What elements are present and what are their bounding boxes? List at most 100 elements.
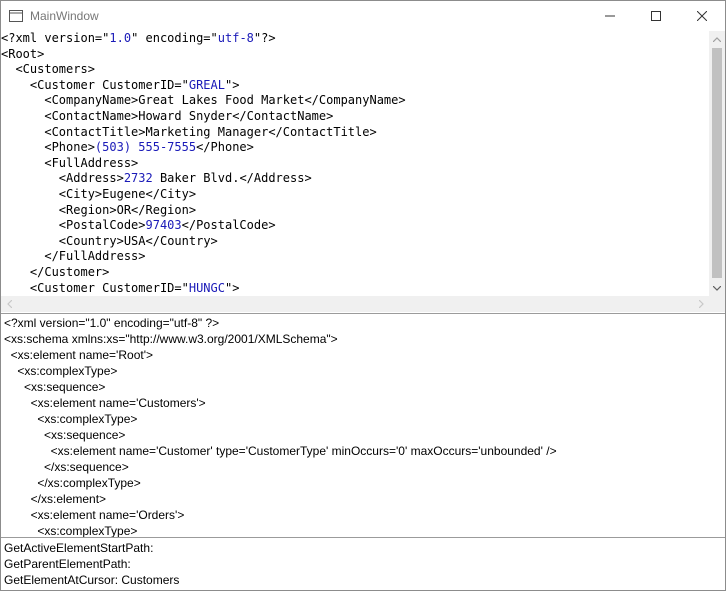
- chevron-up-icon: [713, 36, 721, 42]
- main-window: MainWindow <?xml version="1.0" encoding=…: [0, 0, 726, 591]
- xml-text: </ContactTitle>: [268, 124, 377, 139]
- scroll-down-arrow[interactable]: [709, 280, 725, 296]
- xml-text: Great Lakes Food Market: [138, 93, 305, 108]
- xml-text: Eugene: [102, 186, 146, 201]
- schema-line: </xs:complexType>: [4, 476, 141, 490]
- xml-text: <City>: [1, 186, 103, 201]
- vertical-scroll-thumb[interactable]: [712, 48, 722, 278]
- xml-text: Howard Snyder: [138, 108, 233, 123]
- scroll-left-arrow[interactable]: [1, 296, 17, 312]
- vertical-scrollbar[interactable]: [709, 31, 725, 296]
- xml-text: OR: [116, 202, 132, 217]
- xml-text: "?>: [253, 31, 276, 45]
- xml-text: </Customer>: [1, 264, 110, 279]
- xml-value: 97403: [145, 218, 182, 233]
- xml-code-lines: <?xml version="1.0" encoding="utf-8"?> <R…: [1, 31, 709, 296]
- xml-text: Baker Blvd.: [152, 171, 240, 186]
- schema-line: </xs:element>: [4, 492, 107, 506]
- chevron-down-icon: [713, 285, 721, 291]
- xml-line: </Customer>: [1, 265, 709, 281]
- xml-text: Marketing Manager: [145, 124, 269, 139]
- xml-text: ">: [224, 77, 240, 92]
- xml-line: <Region>OR</Region>: [1, 203, 709, 219]
- schema-line: <xs:sequence>: [4, 428, 126, 442]
- xml-text: </PostalCode>: [181, 218, 276, 233]
- xml-text: </Address>: [239, 171, 312, 186]
- xml-text: <FullAddress>: [1, 155, 139, 170]
- xml-value: 2732: [123, 171, 153, 186]
- xml-text: <PostalCode>: [1, 218, 146, 233]
- schema-line: <xs:sequence>: [4, 380, 106, 394]
- xml-value: HUNGC: [188, 280, 225, 295]
- xml-text: ">: [224, 280, 240, 295]
- xml-editor[interactable]: <?xml version="1.0" encoding="utf-8"?> <R…: [1, 31, 709, 296]
- xml-text: </CompanyName>: [304, 93, 406, 108]
- xml-line: <Customer CustomerID="GREAL">: [1, 78, 709, 94]
- schema-line: </xs:sequence>: [4, 460, 129, 474]
- xml-text: <Region>: [1, 202, 117, 217]
- xml-line: <PostalCode>97403</PostalCode>: [1, 218, 709, 234]
- xml-line: <Customer CustomerID="HUNGC">: [1, 281, 709, 297]
- status-textbox[interactable]: GetActiveElementStartPath: GetParentElem…: [1, 538, 725, 590]
- xml-value: (503) 555-7555: [94, 140, 197, 155]
- xml-line: <Phone>(503) 555-7555</Phone>: [1, 140, 709, 156]
- schema-textbox[interactable]: <?xml version="1.0" encoding="utf-8" ?> <…: [1, 313, 725, 538]
- schema-line: <xs:schema xmlns:xs="http://www.w3.org/2…: [4, 332, 338, 346]
- minimize-icon: [605, 15, 615, 17]
- xml-line: <?xml version="1.0" encoding="utf-8"?>: [1, 31, 709, 47]
- xml-line: <ContactName>Howard Snyder</ContactName>: [1, 109, 709, 125]
- xml-value: utf-8: [217, 31, 254, 45]
- xml-line: <Country>USA</Country>: [1, 234, 709, 250]
- schema-line: <xs:complexType>: [4, 412, 138, 426]
- chevron-right-icon: [698, 300, 704, 308]
- xml-line: <Root>: [1, 47, 709, 63]
- xml-text: USA: [123, 233, 146, 248]
- xml-line: <Customers>: [1, 62, 709, 78]
- xml-line: <ContactTitle>Marketing Manager</Contact…: [1, 125, 709, 141]
- window-title: MainWindow: [30, 9, 99, 23]
- schema-line: <xs:element name='Customers'>: [4, 396, 206, 410]
- scroll-right-arrow[interactable]: [693, 296, 709, 312]
- xml-text: </City>: [145, 186, 197, 201]
- xml-value: GREAL: [188, 77, 225, 92]
- schema-lines: <?xml version="1.0" encoding="utf-8" ?> <…: [1, 314, 725, 537]
- xml-text: <CompanyName>: [1, 93, 139, 108]
- schema-line: <xs:element name='Root'>: [4, 348, 153, 362]
- parent-element-path-label: GetParentElementPath:: [4, 557, 131, 571]
- xml-text: </Phone>: [196, 140, 254, 155]
- close-icon: [697, 11, 707, 21]
- xml-text: </ContactName>: [232, 108, 334, 123]
- schema-line: <xs:element name='Orders'>: [4, 508, 185, 522]
- scroll-up-arrow[interactable]: [709, 31, 725, 47]
- xml-text: <Address>: [1, 171, 124, 186]
- minimize-button[interactable]: [587, 1, 633, 31]
- xml-text: " encoding=": [131, 31, 218, 45]
- close-button[interactable]: [679, 1, 725, 31]
- xml-text: </Region>: [131, 202, 197, 217]
- xml-text: <Customer CustomerID=": [1, 280, 189, 295]
- schema-line: <xs:element name='Customer' type='Custom…: [4, 444, 557, 458]
- xml-line: </FullAddress>: [1, 249, 709, 265]
- schema-line: <?xml version="1.0" encoding="utf-8" ?>: [4, 316, 220, 330]
- scrollbar-corner: [709, 296, 725, 312]
- active-element-start-path-label: GetActiveElementStartPath:: [4, 541, 154, 555]
- xml-text: </Country>: [145, 233, 218, 248]
- xml-line: <Address>2732 Baker Blvd.</Address>: [1, 171, 709, 187]
- maximize-button[interactable]: [633, 1, 679, 31]
- maximize-icon: [651, 11, 661, 21]
- xml-text: <?xml version=": [1, 31, 110, 45]
- schema-line: <xs:complexType>: [4, 364, 118, 378]
- xml-text: <Customers>: [1, 62, 95, 77]
- app-icon: [9, 10, 23, 22]
- horizontal-scrollbar[interactable]: [1, 296, 709, 312]
- xml-line: <City>Eugene</City>: [1, 187, 709, 203]
- xml-line: <FullAddress>: [1, 156, 709, 172]
- title-bar[interactable]: MainWindow: [1, 1, 725, 31]
- xml-value: 1.0: [109, 31, 132, 45]
- xml-text: <Phone>: [1, 140, 95, 155]
- chevron-left-icon: [6, 300, 12, 308]
- element-at-cursor-label: GetElementAtCursor: Customers: [4, 573, 180, 587]
- xml-line: <CompanyName>Great Lakes Food Market</Co…: [1, 93, 709, 109]
- xml-text: <Root>: [1, 46, 45, 61]
- xml-text: <Customer CustomerID=": [1, 77, 189, 92]
